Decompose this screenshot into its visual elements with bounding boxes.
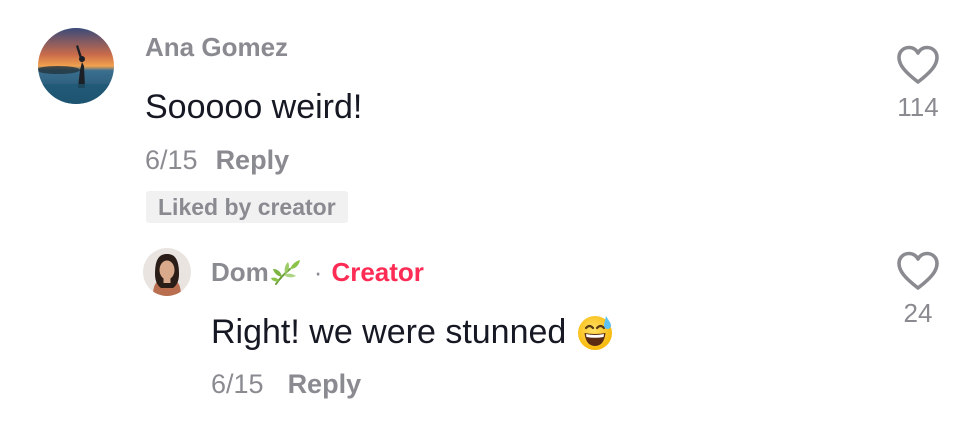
reply-avatar[interactable] xyxy=(143,248,191,296)
like-count: 24 xyxy=(903,298,933,328)
reply-header: Dom · Creator xyxy=(211,252,424,292)
heart-outline-icon[interactable] xyxy=(895,44,941,86)
reply-date: 6/15 xyxy=(211,369,264,399)
comment-like-control[interactable]: 114 xyxy=(890,44,946,122)
separator-dot: · xyxy=(313,257,323,287)
grinning-sweat-emoji-icon xyxy=(576,313,614,351)
commenter-username[interactable]: Ana Gomez xyxy=(145,30,288,64)
reply-button[interactable]: Reply xyxy=(216,143,290,177)
creator-badge: Creator xyxy=(331,257,424,287)
like-count: 114 xyxy=(897,92,939,122)
reply-text-row: Right! we were stunned xyxy=(211,310,614,354)
reply-username[interactable]: Dom xyxy=(211,252,269,292)
woman-portrait-avatar-icon xyxy=(143,248,191,296)
commenter-avatar[interactable] xyxy=(38,28,114,104)
comment-meta: 6/15 Reply xyxy=(145,143,289,177)
sunset-beach-avatar-icon xyxy=(38,28,114,104)
reply-to-reply-button[interactable]: Reply xyxy=(288,367,362,401)
liked-by-creator-badge: Liked by creator xyxy=(146,191,348,223)
comment-text: Sooooo weird! xyxy=(145,88,363,126)
reply-meta: 6/15 Reply xyxy=(211,367,361,401)
reply-text: Right! we were stunned xyxy=(211,313,567,351)
reply-like-control[interactable]: 24 xyxy=(890,250,946,328)
herb-leaf-icon xyxy=(270,256,302,288)
comment-date: 6/15 xyxy=(145,145,198,175)
heart-outline-icon[interactable] xyxy=(895,250,941,292)
